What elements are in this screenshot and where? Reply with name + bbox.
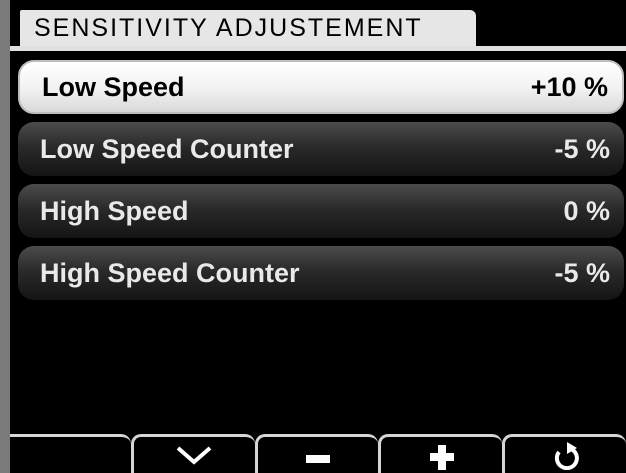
display-screen: SENSITIVITY ADJUSTEMENT Low Speed +10 % …: [0, 0, 626, 473]
setting-label: High Speed: [40, 195, 189, 226]
minus-icon: [301, 442, 335, 468]
setting-row-low-speed-counter[interactable]: Low Speed Counter -5 %: [18, 122, 624, 176]
softkey-undo-button[interactable]: [502, 434, 626, 473]
chevron-down-icon: [174, 442, 214, 468]
setting-value: +10 %: [530, 71, 608, 102]
softkey-decrease-button[interactable]: [254, 434, 379, 473]
setting-value: -5 %: [554, 133, 610, 164]
setting-row-high-speed[interactable]: High Speed 0 %: [18, 184, 624, 238]
settings-list: Low Speed +10 % Low Speed Counter -5 % H…: [18, 60, 624, 308]
setting-label: Low Speed Counter: [40, 133, 294, 164]
title-divider: [10, 46, 626, 51]
setting-row-high-speed-counter[interactable]: High Speed Counter -5 %: [18, 246, 624, 300]
setting-value: 0 %: [563, 195, 610, 226]
undo-icon: [549, 440, 583, 470]
setting-label: High Speed Counter: [40, 257, 300, 288]
softkey-increase-button[interactable]: [378, 434, 503, 473]
softkey-down-button[interactable]: [130, 434, 255, 473]
setting-value: -5 %: [554, 257, 610, 288]
softkey-blank[interactable]: [10, 434, 131, 473]
softkey-bar: [10, 434, 626, 473]
plus-icon: [425, 440, 459, 470]
page-title: SENSITIVITY ADJUSTEMENT: [34, 13, 423, 42]
setting-label: Low Speed: [42, 71, 185, 102]
title-bar: SENSITIVITY ADJUSTEMENT: [20, 10, 476, 46]
setting-row-low-speed[interactable]: Low Speed +10 %: [18, 60, 624, 114]
